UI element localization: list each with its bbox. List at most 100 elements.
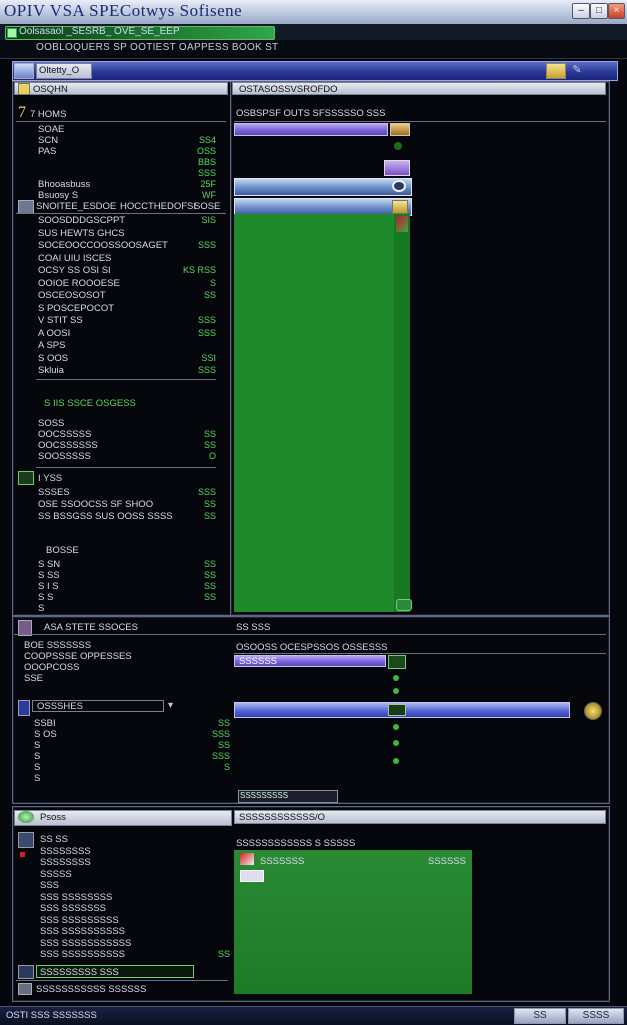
menu-items[interactable]: OOBLOQUERS SP OOTIEST OAPPESS BOOK ST	[36, 42, 278, 53]
row-label: SSS SSSSSSSSSS	[40, 926, 126, 937]
list-item: SS SS	[40, 834, 230, 846]
chart-area	[234, 214, 394, 612]
row-label: COOPSSSE OPPESSES	[24, 651, 132, 662]
toggle-icon[interactable]	[388, 704, 406, 716]
middle-left-field[interactable]: OSSSHES	[32, 700, 164, 712]
blue-bar-1[interactable]	[234, 178, 412, 196]
row-value: SSS	[211, 729, 230, 739]
chart-label-left: SSSSSSS	[260, 856, 305, 867]
list-icon	[18, 832, 34, 848]
checkbox[interactable]	[388, 655, 406, 669]
close-button[interactable]: ×	[608, 3, 625, 19]
list-item: SSS SSSSSSSSSS	[40, 926, 230, 938]
row-label: OSCEOSOSOT	[38, 290, 106, 301]
row-label: SSS SSSSSSSSSS	[40, 949, 126, 960]
row-label: S SS	[38, 570, 60, 581]
middle-left-header: ASA STETE SSOCES	[44, 622, 138, 633]
row-value: SS	[217, 740, 230, 750]
row-label: SSS SSSSSSSSSSS	[40, 937, 132, 949]
divider	[234, 653, 606, 654]
row-label: V STIT SS	[38, 315, 83, 326]
status-button-2[interactable]: SSSS	[568, 1008, 624, 1024]
row-value: SS	[217, 718, 230, 728]
list-item: Bsuosy S WF	[38, 190, 216, 201]
list-item: S OOS SSI	[38, 353, 216, 366]
section-number: 7	[18, 104, 26, 121]
list-item: SOCEOOCCOOSSOOSAGET SSS	[38, 240, 216, 253]
list-item: Bhooasbuss 25F	[38, 179, 216, 190]
row-value: SS	[203, 592, 216, 602]
row-label: BOE SSSSSSS	[24, 640, 92, 651]
marker-icon	[396, 216, 408, 232]
row-label: S OS	[34, 729, 57, 740]
row-label: SS BSSGSS SUS OOSS SSSS	[38, 511, 173, 522]
tab-active[interactable]: Oltetty_O	[36, 63, 92, 79]
divider	[36, 467, 216, 468]
rows-c: SOSS OOCSSSSS SS OOCSSSSSS SS SOOSSSSS O	[38, 418, 216, 462]
dot-icon	[393, 724, 399, 730]
row-label: SOSS	[38, 418, 65, 429]
bottom-left-footer: SSSSSSSSSSS SSSSSS	[36, 984, 147, 995]
row-label: SSSSSSSS	[40, 845, 91, 857]
pencil-icon[interactable]: ✎	[568, 63, 586, 77]
row-value: SSI	[201, 352, 216, 363]
row-label: SSBI	[34, 718, 56, 729]
dropdown-icon[interactable]: ▾	[168, 700, 182, 712]
footer-icon	[18, 983, 32, 995]
circle-icon[interactable]	[584, 702, 602, 720]
middle-right-title: OSOOSS OCESPSSOS OSSESSS	[236, 642, 388, 653]
row-value: SS	[203, 559, 216, 569]
status-button-1[interactable]: SS	[514, 1008, 566, 1024]
list-item: SS	[34, 762, 230, 773]
list-item: S OS SSS	[34, 729, 230, 740]
list-item: S SSS	[34, 751, 230, 762]
bottom-left-tab[interactable]: Psoss	[40, 812, 66, 823]
list-item: OOCSSSSS SS	[38, 429, 216, 440]
row-label: A SPS	[38, 340, 66, 351]
row-label: SS SS	[40, 834, 68, 845]
folder-icon[interactable]	[392, 200, 408, 214]
row-value: SSS	[197, 487, 216, 497]
list-item: A OOSI SSS	[38, 328, 216, 341]
list-item: PAS OSS	[38, 146, 216, 157]
bottom-right-tab[interactable]: SSSSSSSSSSSS/O	[234, 810, 606, 824]
list-item: SSS SSSSSSSS	[40, 892, 230, 904]
list-item: S POSCEPOCOT	[38, 303, 216, 316]
rows-a: SOAE SCN SS4 PAS OSS BBS SSS Bhooasbuss 25F Bsuos…	[38, 124, 216, 201]
minimize-button[interactable]: –	[572, 3, 590, 19]
row-label: SUS HEWTS GHCS	[38, 227, 125, 239]
globe-icon	[18, 811, 34, 823]
row-label: OOCSSSSS	[38, 429, 92, 440]
rows-d: SSSES SSS OSE SSOOCSS SF SHOO SS SS BSSGSS S…	[38, 487, 216, 523]
divider	[36, 379, 216, 380]
list-item: V STIT SS SSS	[38, 315, 216, 328]
row-label: S	[34, 762, 41, 773]
row-label: SSSSSSSS	[40, 857, 91, 868]
maximize-button[interactable]: □	[590, 3, 608, 19]
list-item: S SS SS	[38, 570, 216, 581]
list-item: SOSS	[38, 418, 216, 429]
rows-e: S SN SS S SS SS S I S SS S S SS S	[38, 559, 216, 614]
folder-open-icon[interactable]	[546, 63, 566, 79]
list-item: BOE SSSSSSS	[24, 640, 224, 651]
list-item: COOPSSSE OPPESSES	[24, 651, 224, 662]
right-panel-header: OSTASOSSVSROFDO	[232, 82, 606, 95]
row-value: S	[223, 762, 230, 772]
refresh-icon[interactable]	[392, 180, 406, 192]
row-label: SSSSS	[40, 868, 72, 880]
window-title: OPIV VSA SPECotwys Sofisene	[4, 1, 243, 20]
handle-icon[interactable]	[396, 599, 412, 611]
list-item: SSSSS	[40, 869, 230, 881]
middle-bar[interactable]: SSSSSS	[234, 655, 386, 667]
table-icon	[18, 200, 34, 214]
list-item: SCN SS4	[38, 135, 216, 146]
list-item: OOCSSSSSS SS	[38, 440, 216, 451]
bottom-left-input[interactable]: SSSSSSSSS SSS	[36, 965, 194, 978]
row-label: SSS SSSSSSSS	[40, 891, 113, 903]
left-panel-header: OSQHN	[14, 82, 228, 95]
row-label: A OOSI	[38, 327, 71, 339]
middle-left-values: SSBI SS S OS SSS S SS S SSS S S S	[34, 718, 230, 784]
row-value: SSS	[197, 240, 216, 250]
section-b-header-val: SOSE	[194, 201, 221, 212]
row-label: OOOPCOSS	[24, 662, 80, 673]
